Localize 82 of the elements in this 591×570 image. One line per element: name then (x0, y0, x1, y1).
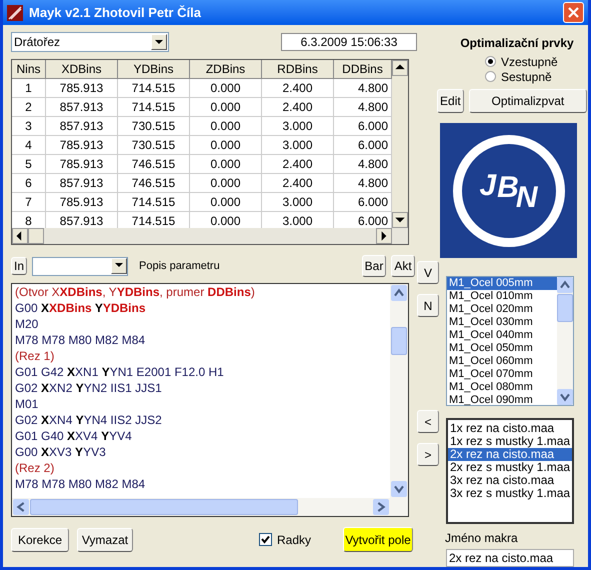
list-item[interactable]: 1x rez na cisto.maa (448, 422, 572, 435)
datetime-field: 6.3.2009 15:06:33 (281, 33, 417, 51)
list-item[interactable]: 2x rez s mustky 1.maa (448, 461, 572, 474)
code-line: G02 XXN4 YYN4 IIS2 JJS2 (15, 412, 163, 428)
list-item[interactable]: 1x rez s mustky 1.maa (448, 435, 572, 448)
akt-button[interactable]: Akt (391, 255, 415, 277)
radio-button[interactable] (485, 71, 496, 82)
window-title: Mayk v2.1 Zhotovil Petr Číla (29, 4, 202, 22)
macro-name-field[interactable]: 2x rez na cisto.maa (446, 549, 574, 567)
scroll-up-icon[interactable] (392, 60, 408, 76)
column-header[interactable]: ZDBins (190, 60, 262, 79)
app-icon (7, 4, 23, 20)
logo-letter: J (479, 168, 496, 204)
column-header[interactable]: Nins (12, 60, 46, 79)
scroll-right-icon[interactable] (376, 228, 392, 244)
machine-dropdown[interactable]: Drátořez (11, 32, 169, 52)
code-line: G01 G42 XXN1 YYN1 E2001 F12.0 H1 (15, 364, 225, 380)
move-right-button[interactable]: > (417, 443, 439, 466)
material-list[interactable]: M1_Ocel 005mm M1_Ocel 010mm M1_Ocel 020mm M1_Ocel 030mm M1_Ocel 040mm M1_Ocel 050mm M1_Ocel 060mm M1_Ocel 070mm M1_Ocel 080mm M1_Ocel 090mm (446, 276, 574, 406)
list-item[interactable]: M1_Ocel 090mm (447, 394, 557, 405)
parameter-dropdown[interactable] (32, 256, 128, 276)
list-item[interactable]: M1_Ocel 030mm (447, 316, 557, 329)
macro-name-label: Jméno makra (445, 530, 519, 547)
scroll-thumb[interactable] (28, 228, 44, 244)
list-item[interactable]: 3x rez na cisto.maa (448, 474, 572, 487)
list-item[interactable]: M1_Ocel 060mm (447, 355, 557, 368)
code-line: M78 M78 M80 M82 M84 (15, 476, 146, 492)
horizontal-scrollbar[interactable] (12, 228, 408, 244)
close-icon (568, 7, 579, 18)
radio-label: Vzestupně (501, 54, 558, 70)
scroll-left-icon[interactable] (12, 228, 28, 244)
column-header[interactable]: RDBins (262, 60, 334, 79)
v-button[interactable]: V (417, 261, 439, 284)
radio-button[interactable] (485, 56, 496, 67)
macro-list[interactable]: 1x rez na cisto.maa 1x rez s mustky 1.maa 2x rez na cisto.maa 2x rez s mustky 1.maa 3x rez na cisto.maa 3x rez s mustky 1.maa (446, 418, 574, 524)
code-line: (Rez 1) (15, 348, 56, 364)
korekce-button[interactable]: Korekce (11, 528, 69, 552)
radio-label: Sestupně (501, 68, 552, 86)
in-button[interactable]: In (11, 257, 27, 275)
parameter-label: Popis parametru (139, 258, 221, 274)
code-line: G02 XXN2 YYN2 IIS1 JJS1 (15, 380, 163, 396)
code-line: (Rez 2) (15, 460, 56, 476)
vertical-scrollbar[interactable] (557, 277, 573, 405)
scroll-down-icon[interactable] (392, 212, 408, 228)
column-header[interactable]: DDBins (334, 60, 392, 79)
optimize-button[interactable]: Optimalizpvat (468, 89, 587, 113)
move-left-button[interactable]: < (417, 410, 439, 433)
code-line: G00 XXV3 YYV3 (15, 444, 107, 460)
list-item[interactable]: M1_Ocel 005mm (447, 277, 557, 290)
vertical-scrollbar[interactable] (390, 284, 408, 498)
list-item[interactable]: M1_Ocel 020mm (447, 303, 557, 316)
column-header[interactable]: YDBins (118, 60, 190, 79)
horizontal-scrollbar[interactable] (12, 498, 408, 516)
list-item[interactable]: 3x rez s mustky 1.maa (448, 487, 572, 500)
close-button[interactable] (563, 2, 584, 23)
list-item[interactable]: M1_Ocel 080mm (447, 381, 557, 394)
vymazat-button[interactable]: Vymazat (77, 528, 133, 552)
list-item[interactable]: 2x rez na cisto.maa (448, 448, 572, 461)
list-item[interactable]: M1_Ocel 070mm (447, 368, 557, 381)
list-item[interactable]: M1_Ocel 040mm (447, 329, 557, 342)
code-line: G01 G40 XXV4 YYV4 (15, 428, 133, 444)
rows-checkbox[interactable] (258, 533, 272, 546)
dropdown-value: Drátořez (14, 34, 62, 51)
scroll-thumb[interactable] (557, 294, 573, 322)
code-line: M20 (15, 316, 40, 332)
edit-button[interactable]: Edit (437, 89, 464, 113)
list-item[interactable]: M1_Ocel 050mm (447, 342, 557, 355)
checkbox-label: Radky (276, 532, 311, 548)
bar-button[interactable]: Bar (362, 255, 386, 277)
scroll-thumb[interactable] (30, 499, 298, 515)
code-line: (Otvor XXDBins, YYDBins, prumer DDBins) (15, 284, 256, 300)
create-array-button[interactable]: Vytvořit pole (343, 527, 413, 552)
scroll-thumb[interactable] (391, 327, 407, 355)
vertical-scrollbar[interactable] (392, 60, 408, 228)
code-line: M78 M78 M80 M82 M84 (15, 332, 146, 348)
optimization-title: Optimalizační prvky (459, 35, 575, 52)
column-header[interactable]: XDBins (46, 60, 118, 79)
code-line: G00 XXDBins YYDBins (15, 300, 147, 316)
list-item[interactable]: M1_Ocel 010mm (447, 290, 557, 303)
n-button[interactable]: N (417, 294, 439, 317)
code-editor[interactable] (11, 283, 409, 517)
code-line: M01 (15, 396, 40, 412)
